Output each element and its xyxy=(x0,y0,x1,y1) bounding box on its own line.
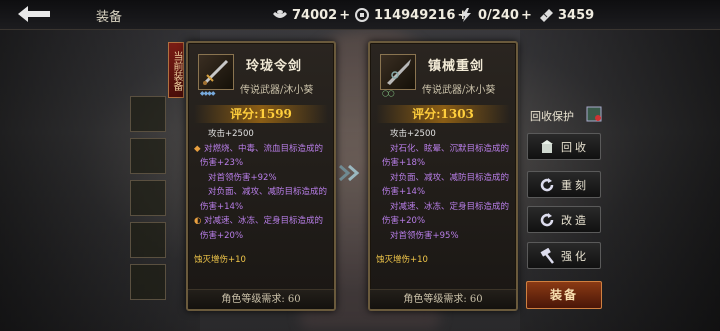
weapon-type: 传说武器/沐小葵 xyxy=(422,85,496,96)
equipment-slot[interactable] xyxy=(130,96,166,132)
stat-line: 伤害+14% xyxy=(200,201,244,212)
coin-value: 114949216 xyxy=(374,7,456,23)
stat-list: 攻击+2500 对石化、眩晕、沉默目标造成的伤害+18% 对负面、减攻、减防目标造成… xyxy=(370,123,516,268)
weapon-name: 镇械重剑 xyxy=(428,59,485,74)
hammer-icon xyxy=(539,247,555,264)
ticket-resource: 3459 xyxy=(538,6,594,24)
current-weapon-card: ◆◆◆◆ 玲珑令剑 传说武器/沐小葵 评分:1599 攻击+2500 ◆ 对燃烧、中… xyxy=(186,41,336,311)
compare-arrow-icon xyxy=(338,164,362,182)
sword-icon xyxy=(198,54,234,90)
back-arrow-icon[interactable] xyxy=(14,3,56,25)
coin-icon xyxy=(354,8,370,22)
current-equipment-tab[interactable]: 当前装备 xyxy=(168,42,184,98)
equipment-slot[interactable] xyxy=(130,264,166,300)
add-energy-button[interactable]: + xyxy=(521,8,532,23)
coin-resource: 114949216 + xyxy=(354,6,468,24)
stat-line: 蚀灭增伤+10 xyxy=(194,255,246,265)
recycle-protect-toggle[interactable] xyxy=(586,106,602,122)
recycle-label: 回收 xyxy=(561,140,589,154)
modify-button[interactable]: 改造 xyxy=(527,206,601,233)
stat-list: 攻击+2500 ◆ 对燃烧、中毒、流血目标造成的 伤害+23% 对首领伤害+92% 对负面… xyxy=(188,123,334,268)
stat-line: 伤害+14% xyxy=(382,187,426,197)
ticket-value: 3459 xyxy=(558,7,595,23)
stat-line: ◐ 对减速、冰冻、定身目标造成的 xyxy=(194,214,326,229)
ingot-icon xyxy=(272,8,288,22)
ingot-value: 74002 xyxy=(292,7,338,23)
stat-line: 对减速、冰冻、定身目标造成的 xyxy=(390,201,510,212)
equipment-slots xyxy=(108,96,178,306)
stat-line: 伤害+20% xyxy=(200,230,244,241)
stat-bullet-icon: ◐ xyxy=(194,216,202,226)
stat-line: 伤害+20% xyxy=(382,216,426,226)
weapon-score: 评分:1599 xyxy=(194,105,328,123)
gem-sockets: ◆◆◆◆ xyxy=(200,90,216,97)
level-requirement: 角色等级需求: 60 xyxy=(370,289,516,309)
energy-value: 0/240 xyxy=(478,7,519,23)
enhance-button[interactable]: 强化 xyxy=(527,242,601,269)
equip-button[interactable]: 装备 xyxy=(526,281,602,309)
reroll-icon xyxy=(539,177,555,193)
recycle-icon xyxy=(539,139,555,155)
stat-line: 伤害+23% xyxy=(200,158,244,168)
recycle-button[interactable]: 回收 xyxy=(527,133,601,160)
stat-spacer xyxy=(376,243,508,253)
stat-line: ◆ 对燃烧、中毒、流血目标造成的 xyxy=(194,142,326,157)
lightning-icon xyxy=(458,8,474,22)
equipment-slot[interactable] xyxy=(130,222,166,258)
stat-line: 攻击+2500 xyxy=(390,129,436,139)
reroll-button[interactable]: 重刻 xyxy=(527,171,601,198)
enhance-label: 强化 xyxy=(561,249,589,263)
stat-line: 对负面、减攻、减防目标造成的 xyxy=(208,187,328,197)
ticket-icon xyxy=(538,8,554,22)
top-bar: 装备 74002 + 114949216 + 0/240 + 3459 xyxy=(0,0,720,30)
stat-line: 对石化、眩晕、沉默目标造成的 xyxy=(390,143,510,154)
stat-line: 蚀灭增伤+10 xyxy=(376,255,428,265)
stat-line: 对首领伤害+92% xyxy=(208,172,277,183)
weapon-type: 传说武器/沐小葵 xyxy=(240,85,314,96)
weapon-name: 玲珑令剑 xyxy=(246,59,303,74)
reroll-label: 重刻 xyxy=(561,178,589,192)
stat-line: 伤害+18% xyxy=(382,158,426,168)
weapon-score: 评分:1303 xyxy=(376,105,510,123)
modify-icon xyxy=(539,212,555,228)
ingot-resource: 74002 + xyxy=(272,6,350,24)
equipment-slot[interactable] xyxy=(130,138,166,174)
equipment-slot[interactable] xyxy=(130,180,166,216)
add-ingot-button[interactable]: + xyxy=(339,8,350,23)
level-requirement: 角色等级需求: 60 xyxy=(188,289,334,309)
energy-resource: 0/240 + xyxy=(458,6,532,24)
recycle-protect-label: 回收保护 xyxy=(530,110,574,123)
stat-bullet-icon: ◆ xyxy=(194,143,201,154)
stat-line: 对首领伤害+95% xyxy=(390,230,459,241)
gem-sockets: ◯◯ xyxy=(382,90,394,97)
stat-spacer xyxy=(194,243,326,253)
greatsword-icon xyxy=(380,54,416,90)
modify-label: 改造 xyxy=(561,213,589,227)
stat-line: 攻击+2500 xyxy=(208,129,254,139)
page-title: 装备 xyxy=(96,10,123,25)
new-weapon-card: ◯◯ 镇械重剑 传说武器/沐小葵 评分:1303 攻击+2500 对石化、眩晕、沉… xyxy=(368,41,518,311)
stat-line: 对负面、减攻、减防目标造成的 xyxy=(390,172,510,183)
